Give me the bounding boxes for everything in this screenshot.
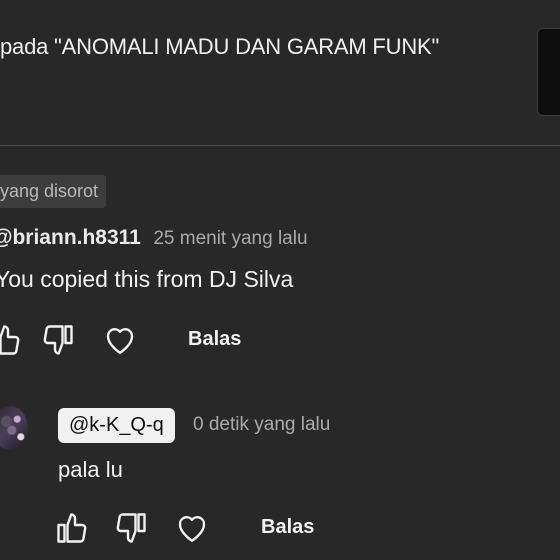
comment-text: You copied this from DJ Silva <box>0 266 294 292</box>
avatar[interactable] <box>0 406 28 450</box>
video-title: pada "ANOMALI MADU DAN GARAM FUNK" <box>0 34 440 59</box>
reply-button[interactable]: Balas <box>188 328 241 351</box>
comment-meta: @briann.h8311 25 menit yang lalu <box>0 226 308 250</box>
reply-author[interactable]: @k-K_Q-q <box>58 408 175 443</box>
heart-icon[interactable] <box>102 322 138 358</box>
divider <box>0 145 560 146</box>
comment-timestamp[interactable]: 25 menit yang lalu <box>153 228 307 249</box>
reply-text: pala lu <box>58 457 123 482</box>
thumbs-down-icon[interactable] <box>113 510 149 546</box>
highlighted-comment-badge: yang disorot <box>0 175 107 208</box>
comment-author[interactable]: @briann.h8311 <box>0 226 141 249</box>
comments-panel: pada "ANOMALI MADU DAN GARAM FUNK" yang … <box>0 0 560 560</box>
video-thumbnail[interactable] <box>537 28 560 116</box>
thumbs-down-icon[interactable] <box>40 322 76 358</box>
thumbs-up-icon[interactable] <box>0 322 23 358</box>
reply-timestamp[interactable]: 0 detik yang lalu <box>193 414 330 436</box>
reply-button[interactable]: Balas <box>261 516 314 539</box>
thumbs-up-icon[interactable] <box>54 510 90 546</box>
heart-icon[interactable] <box>174 510 210 546</box>
